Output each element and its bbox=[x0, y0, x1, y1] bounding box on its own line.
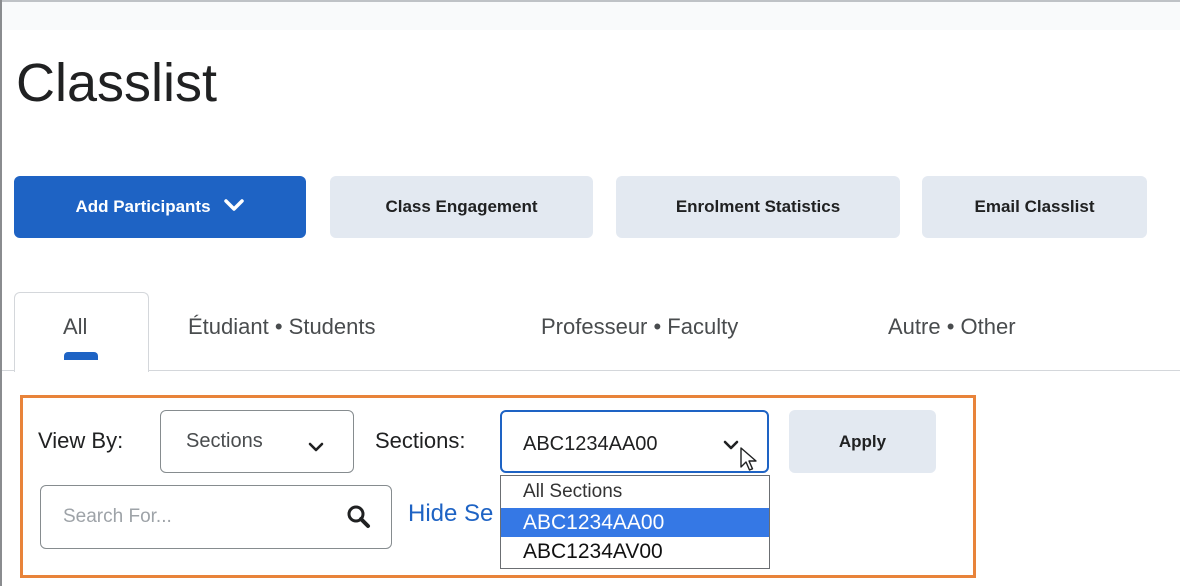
view-by-value: Sections bbox=[186, 430, 263, 452]
mouse-pointer-icon bbox=[740, 447, 758, 478]
hide-search-options-link[interactable]: Hide Se bbox=[408, 500, 493, 528]
add-participants-label: Add Participants bbox=[75, 197, 211, 216]
active-tab-indicator bbox=[64, 352, 98, 360]
sections-dropdown-list: All Sections ABC1234AA00 ABC1234AV00 bbox=[500, 475, 770, 569]
page-title: Classlist bbox=[16, 53, 218, 113]
sections-value: ABC1234AA00 bbox=[523, 433, 658, 455]
add-participants-button[interactable]: Add Participants bbox=[14, 176, 306, 238]
chevron-down-icon bbox=[223, 197, 245, 217]
chevron-down-icon bbox=[722, 434, 740, 457]
tab-faculty[interactable]: Professeur • Faculty bbox=[541, 314, 738, 340]
option-all-sections[interactable]: All Sections bbox=[501, 477, 769, 506]
enrolment-statistics-button[interactable]: Enrolment Statistics bbox=[616, 176, 900, 238]
search-icon[interactable] bbox=[346, 504, 372, 535]
enrolment-statistics-label: Enrolment Statistics bbox=[675, 197, 841, 216]
apply-button[interactable]: Apply bbox=[789, 410, 936, 473]
apply-label: Apply bbox=[838, 431, 887, 451]
tab-all[interactable]: All bbox=[63, 314, 87, 340]
class-engagement-button[interactable]: Class Engagement bbox=[330, 176, 593, 238]
tab-divider bbox=[149, 370, 1180, 371]
option-abc1234av00[interactable]: ABC1234AV00 bbox=[501, 537, 769, 566]
search-input[interactable]: Search For... bbox=[40, 485, 392, 549]
email-classlist-button[interactable]: Email Classlist bbox=[922, 176, 1147, 238]
search-placeholder: Search For... bbox=[63, 506, 172, 527]
view-by-label: View By: bbox=[38, 428, 124, 453]
chevron-down-icon bbox=[307, 436, 325, 459]
tab-students[interactable]: Étudiant • Students bbox=[188, 314, 376, 340]
email-classlist-label: Email Classlist bbox=[974, 197, 1095, 216]
top-strip bbox=[2, 2, 1180, 30]
class-engagement-label: Class Engagement bbox=[385, 197, 538, 216]
sections-label: Sections: bbox=[375, 428, 466, 453]
window-left-border bbox=[0, 0, 2, 586]
tab-other[interactable]: Autre • Other bbox=[888, 314, 1016, 340]
sections-select[interactable]: ABC1234AA00 bbox=[500, 410, 769, 473]
tab-divider bbox=[2, 370, 14, 371]
view-by-select[interactable]: Sections bbox=[160, 410, 354, 473]
option-abc1234aa00[interactable]: ABC1234AA00 bbox=[501, 508, 769, 537]
